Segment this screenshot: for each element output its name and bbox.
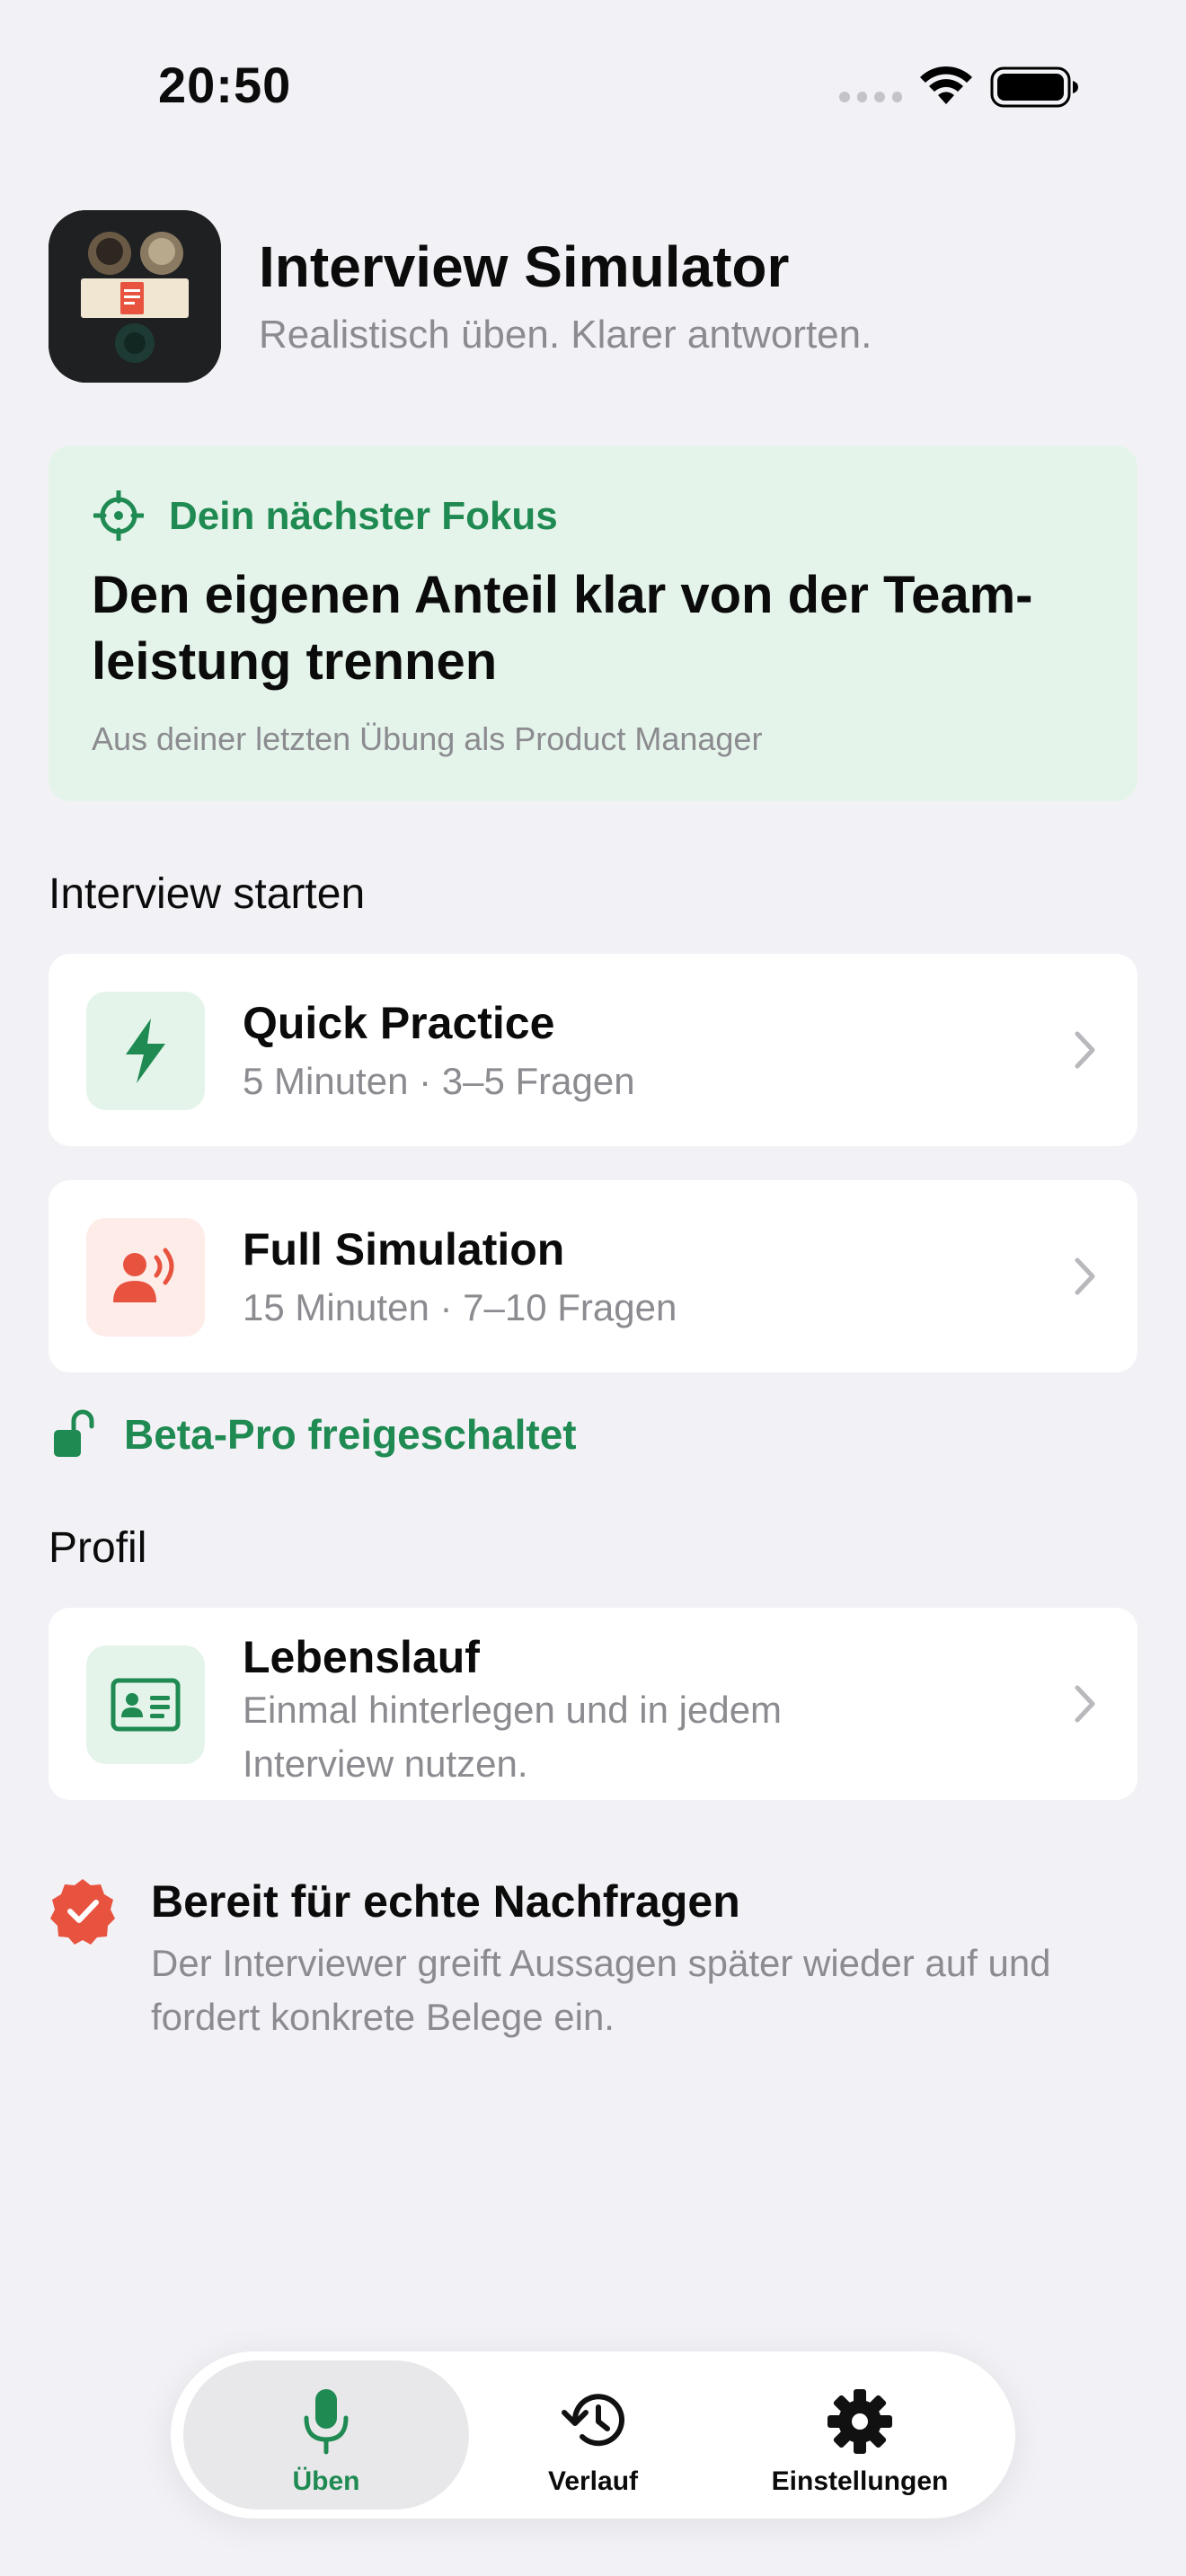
- section-title-interview: Interview starten: [49, 870, 366, 918]
- chevron-right-icon: [1075, 1685, 1095, 1723]
- ready-text: Der Interviewer greift Aussagen später w…: [151, 1942, 1051, 2038]
- verified-badge-icon: [50, 1879, 115, 1945]
- full-simulation-title: Full Simulation: [243, 1224, 565, 1275]
- resume-subtitle: Einmal hinterlegen und in jedem Intervie…: [243, 1689, 783, 1785]
- focus-card: Dein nächster Fokus Den eigenen Anteil k…: [49, 446, 1137, 801]
- bolt-icon: [126, 1019, 165, 1083]
- focus-label: Dein nächster Fokus: [169, 494, 558, 538]
- section-title-profile: Profil: [49, 1524, 147, 1572]
- microphone-icon: [304, 2389, 349, 2455]
- full-simulation-icon-box: [86, 1218, 205, 1337]
- unlocked-icon: [54, 1409, 94, 1457]
- app-subtitle: Realistisch üben. Klarer antworten.: [259, 313, 872, 357]
- full-simulation-card[interactable]: Full Simulation 15 Minuten · 7–10 Fragen: [49, 1180, 1137, 1372]
- battery-icon: [990, 66, 1078, 108]
- id-card-icon: [111, 1678, 181, 1732]
- tab-label-ueben: Üben: [292, 2466, 360, 2496]
- status-time: 20:50: [158, 57, 292, 113]
- focus-note: Aus deiner letzten Übung als Product Man…: [92, 720, 763, 757]
- status-bar: 20:50: [0, 0, 1186, 171]
- history-icon: [562, 2394, 624, 2447]
- speaking-person-icon: [113, 1248, 174, 1302]
- quick-practice-subtitle: 5 Minuten · 3–5 Fragen: [243, 1060, 635, 1102]
- tab-einstellungen[interactable]: Einstellungen: [717, 2360, 1003, 2510]
- wifi-icon: [920, 66, 972, 104]
- full-simulation-subtitle: 15 Minuten · 7–10 Fragen: [243, 1286, 677, 1328]
- target-icon: [93, 490, 144, 541]
- app-logo: [49, 210, 221, 383]
- quick-practice-icon-box: [86, 992, 205, 1110]
- app-title: Interview Simulator: [259, 234, 790, 299]
- resume-card[interactable]: Lebenslauf Einmal hinterlegen und in jed…: [49, 1608, 1137, 1800]
- focus-title: Den eigenen Anteil klar von der Team-lei…: [92, 566, 1033, 691]
- quick-practice-title: Quick Practice: [243, 998, 555, 1048]
- quick-practice-card[interactable]: Quick Practice 5 Minuten · 3–5 Fragen: [49, 954, 1137, 1146]
- chevron-right-icon: [1075, 1257, 1095, 1295]
- cellular-signal-icon: [839, 92, 902, 104]
- ready-title: Bereit für echte Nachfragen: [151, 1876, 740, 1927]
- resume-icon-box: [86, 1645, 205, 1764]
- tab-label-einstellungen: Einstellungen: [771, 2466, 949, 2496]
- chevron-right-icon: [1075, 1031, 1095, 1069]
- resume-title: Lebenslauf: [243, 1632, 480, 1682]
- gear-icon: [828, 2389, 892, 2454]
- beta-pro-label: Beta-Pro freigeschaltet: [124, 1411, 577, 1458]
- tab-bar: Üben Verlauf Einstellungen: [171, 2351, 1015, 2519]
- tab-ueben[interactable]: Üben: [183, 2360, 469, 2510]
- tab-verlauf[interactable]: Verlauf: [450, 2360, 736, 2510]
- tab-label-verlauf: Verlauf: [547, 2466, 639, 2496]
